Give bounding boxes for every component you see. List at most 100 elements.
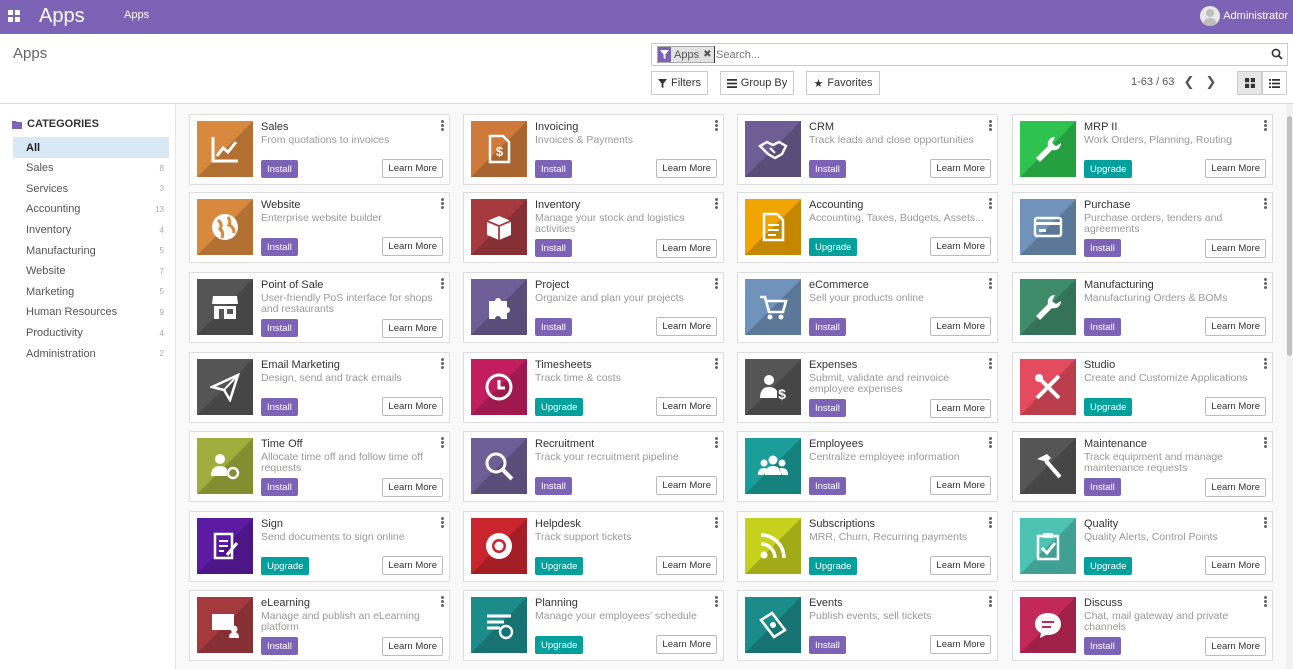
kebab-menu-icon[interactable] [715, 517, 718, 528]
install-button[interactable]: Install [1084, 637, 1121, 655]
app-card-expenses[interactable]: $ Expenses Submit, validate and reinvoice … [737, 352, 998, 423]
install-button[interactable]: Install [535, 239, 572, 257]
sidebar-item-accounting[interactable]: Accounting 13 [13, 199, 169, 220]
app-card-helpdesk[interactable]: Helpdesk Track support tickets Upgrade Lear… [463, 511, 724, 582]
kebab-menu-icon[interactable] [441, 120, 444, 131]
kebab-menu-icon[interactable] [441, 437, 444, 448]
pager-value[interactable]: 1-63 / 63 [1131, 76, 1174, 88]
learn-more-button[interactable]: Learn More [656, 635, 717, 654]
install-button[interactable]: Install [535, 160, 572, 178]
install-button[interactable]: Install [809, 160, 846, 178]
search-box[interactable]: Apps ✖ [651, 43, 1288, 66]
learn-more-button[interactable]: Learn More [382, 237, 443, 256]
group-by-button[interactable]: Group By [720, 71, 794, 95]
upgrade-button[interactable]: Upgrade [535, 636, 584, 654]
app-card-subscriptions[interactable]: Subscriptions MRR, Churn, Recurring payme… [737, 511, 998, 582]
kebab-menu-icon[interactable] [715, 198, 718, 209]
sidebar-item-productivity[interactable]: Productivity 4 [13, 323, 169, 344]
kebab-menu-icon[interactable] [441, 198, 444, 209]
learn-more-button[interactable]: Learn More [382, 397, 443, 416]
learn-more-button[interactable]: Learn More [382, 478, 443, 497]
kebab-menu-icon[interactable] [441, 278, 444, 289]
learn-more-button[interactable]: Learn More [1205, 637, 1266, 656]
nav-menu-apps[interactable]: Apps [124, 9, 149, 21]
app-card-timesheets[interactable]: Timesheets Track time & costs Upgrade Learn… [463, 352, 724, 423]
kanban-view-button[interactable] [1237, 71, 1262, 95]
app-card-crm[interactable]: CRM Track leads and close opportunities In… [737, 114, 998, 185]
kebab-menu-icon[interactable] [989, 120, 992, 131]
learn-more-button[interactable]: Learn More [930, 237, 991, 256]
app-card-discuss[interactable]: Discuss Chat, mail gateway and private ch… [1012, 590, 1273, 661]
app-card-employees[interactable]: Employees Centralize employee information… [737, 431, 998, 502]
remove-facet-icon[interactable]: ✖ [702, 47, 714, 62]
kebab-menu-icon[interactable] [1264, 437, 1267, 448]
learn-more-button[interactable]: Learn More [930, 159, 991, 178]
app-card-project[interactable]: Project Organize and plan your projects In… [463, 272, 724, 343]
learn-more-button[interactable]: Learn More [1205, 159, 1266, 178]
user-menu[interactable]: Administrator [1200, 5, 1288, 27]
sidebar-item-website[interactable]: Website 7 [13, 261, 169, 282]
kebab-menu-icon[interactable] [715, 278, 718, 289]
install-button[interactable]: Install [261, 160, 298, 178]
kebab-menu-icon[interactable] [1264, 358, 1267, 369]
learn-more-button[interactable]: Learn More [656, 239, 717, 258]
app-card-elearning[interactable]: eLearning Manage and publish an eLearning… [189, 590, 450, 661]
learn-more-button[interactable]: Learn More [1205, 397, 1266, 416]
kebab-menu-icon[interactable] [441, 358, 444, 369]
install-button[interactable]: Install [535, 318, 572, 336]
kebab-menu-icon[interactable] [441, 596, 444, 607]
learn-more-button[interactable]: Learn More [930, 635, 991, 654]
app-card-invoicing[interactable]: $ Invoicing Invoices & Payments Install Lear… [463, 114, 724, 185]
install-button[interactable]: Install [809, 318, 846, 336]
install-button[interactable]: Install [809, 399, 846, 417]
kebab-menu-icon[interactable] [1264, 596, 1267, 607]
kebab-menu-icon[interactable] [1264, 517, 1267, 528]
search-input[interactable] [714, 46, 1254, 63]
install-button[interactable]: Install [261, 478, 298, 496]
kebab-menu-icon[interactable] [989, 358, 992, 369]
kebab-menu-icon[interactable] [715, 358, 718, 369]
learn-more-button[interactable]: Learn More [656, 556, 717, 575]
upgrade-button[interactable]: Upgrade [809, 557, 858, 575]
sidebar-item-administration[interactable]: Administration 2 [13, 343, 169, 364]
sidebar-item-manufacturing[interactable]: Manufacturing 5 [13, 240, 169, 261]
kebab-menu-icon[interactable] [989, 278, 992, 289]
learn-more-button[interactable]: Learn More [930, 476, 991, 495]
learn-more-button[interactable]: Learn More [382, 556, 443, 575]
kebab-menu-icon[interactable] [1264, 198, 1267, 209]
app-card-purchase[interactable]: Purchase Purchase orders, tenders and agr… [1012, 192, 1273, 263]
pager-next-icon[interactable]: ❯ [1204, 73, 1218, 91]
app-card-website[interactable]: Website Enterprise website builder Install… [189, 192, 450, 263]
install-button[interactable]: Install [535, 477, 572, 495]
upgrade-button[interactable]: Upgrade [1084, 160, 1133, 178]
learn-more-button[interactable]: Learn More [1205, 317, 1266, 336]
scrollbar-thumb[interactable] [1287, 116, 1292, 356]
learn-more-button[interactable]: Learn More [382, 637, 443, 656]
learn-more-button[interactable]: Learn More [1205, 239, 1266, 258]
app-card-time-off[interactable]: Time Off Allocate time off and follow tim… [189, 431, 450, 502]
app-card-email-marketing[interactable]: Email Marketing Design, send and track em… [189, 352, 450, 423]
upgrade-button[interactable]: Upgrade [1084, 398, 1133, 416]
learn-more-button[interactable]: Learn More [656, 397, 717, 416]
kebab-menu-icon[interactable] [441, 517, 444, 528]
sidebar-item-human-resources[interactable]: Human Resources 9 [13, 302, 169, 323]
favorites-button[interactable]: ★ Favorites [806, 71, 880, 95]
pager-previous-icon[interactable]: ❮ [1182, 73, 1196, 91]
upgrade-button[interactable]: Upgrade [1084, 557, 1133, 575]
learn-more-button[interactable]: Learn More [656, 476, 717, 495]
kebab-menu-icon[interactable] [715, 596, 718, 607]
sidebar-item-marketing[interactable]: Marketing 5 [13, 282, 169, 303]
kebab-menu-icon[interactable] [1264, 120, 1267, 131]
app-card-maintenance[interactable]: Maintenance Track equipment and manage ma… [1012, 431, 1273, 502]
app-card-point-of-sale[interactable]: Point of Sale User-friendly PoS interface… [189, 272, 450, 343]
install-button[interactable]: Install [809, 636, 846, 654]
sidebar-item-services[interactable]: Services 3 [13, 179, 169, 200]
learn-more-button[interactable]: Learn More [930, 556, 991, 575]
app-card-mrp-ii[interactable]: MRP II Work Orders, Planning, Routing Upgr… [1012, 114, 1273, 185]
app-card-accounting[interactable]: Accounting Accounting, Taxes, Budgets, As… [737, 192, 998, 263]
upgrade-button[interactable]: Upgrade [535, 398, 584, 416]
learn-more-button[interactable]: Learn More [930, 317, 991, 336]
sidebar-item-inventory[interactable]: Inventory 4 [13, 220, 169, 241]
app-card-manufacturing[interactable]: Manufacturing Manufacturing Orders & BOMs… [1012, 272, 1273, 343]
app-menu-grid-icon[interactable] [8, 10, 20, 22]
